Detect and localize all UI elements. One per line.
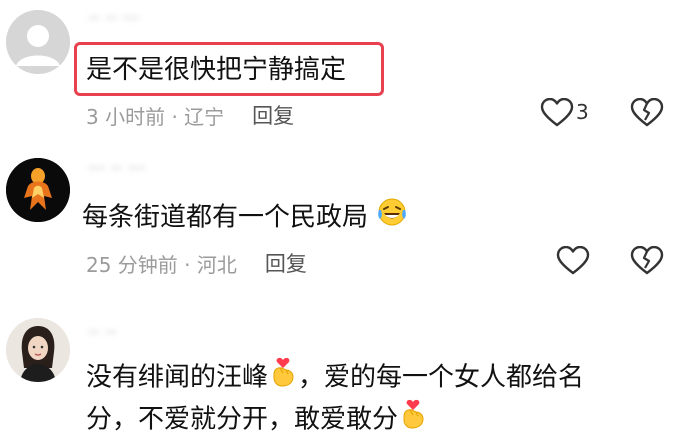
- time-location: 3 小时前 · 辽宁: [86, 104, 225, 129]
- time-location: 25 分钟前 · 河北: [86, 252, 237, 277]
- broken-heart-icon: [630, 97, 664, 127]
- laughing-crying-emoji-icon: [378, 198, 407, 226]
- username[interactable]: ·· ··: [88, 322, 117, 344]
- reply-button[interactable]: 回复: [265, 248, 307, 278]
- reply-button[interactable]: 回复: [252, 100, 294, 130]
- dislike-button[interactable]: [630, 245, 664, 276]
- fire-figure-avatar-icon: [6, 158, 70, 222]
- username[interactable]: ·· ·· ···: [88, 8, 140, 30]
- laughing-crying-emoji: [376, 196, 408, 240]
- like-count: 3: [576, 100, 589, 124]
- comment-meta: 25 分钟前 · 河北 回复: [86, 248, 307, 278]
- finger-heart-emoji-icon: [273, 357, 294, 387]
- avatar[interactable]: [6, 10, 70, 74]
- like-button[interactable]: [556, 245, 590, 276]
- comment-1: ·· ·· ··· 是不是很快把宁静搞定 3 小时前 · 辽宁 回复 3: [0, 0, 683, 140]
- finger-heart-emoji: [268, 356, 298, 400]
- comment-text-line-2: 分，不爱就分开，敢爱敢分: [86, 398, 428, 442]
- finger-heart-emoji: [398, 398, 428, 442]
- comment-2: ··· ·· ··· 每条街道都有一个民政局 25 分钟前 · 河北 回复: [0, 150, 683, 290]
- comment-text-content: 每条街道都有一个民政局: [82, 202, 369, 233]
- comment-3: ·· ·· 没有绯闻的汪峰 ，爱的每一个女人都给名 分，不爱就分开，敢爱敢分: [0, 310, 683, 436]
- like-button[interactable]: [540, 97, 574, 128]
- comment-text-part: ，爱的每一个女人都给名: [298, 362, 585, 393]
- avatar[interactable]: [6, 158, 70, 222]
- avatar[interactable]: [6, 318, 70, 382]
- heart-icon: [556, 245, 590, 275]
- comment-text: 每条街道都有一个民政局: [82, 196, 408, 240]
- comment-text: 是不是很快把宁静搞定: [86, 55, 347, 85]
- comment-text-line-1: 没有绯闻的汪峰 ，爱的每一个女人都给名: [86, 356, 584, 400]
- comment-text-part: 分，不爱就分开，敢爱敢分: [86, 404, 399, 435]
- default-avatar-icon: [6, 10, 70, 74]
- broken-heart-icon: [630, 245, 664, 275]
- dislike-button[interactable]: [630, 97, 664, 128]
- finger-heart-emoji-icon: [403, 399, 424, 429]
- comment-meta: 3 小时前 · 辽宁 回复: [86, 100, 294, 130]
- username[interactable]: ··· ·· ···: [88, 158, 145, 180]
- comment-text-part: 没有绯闻的汪峰: [86, 362, 269, 393]
- heart-icon: [540, 97, 574, 127]
- woman-photo-avatar-icon: [6, 318, 70, 382]
